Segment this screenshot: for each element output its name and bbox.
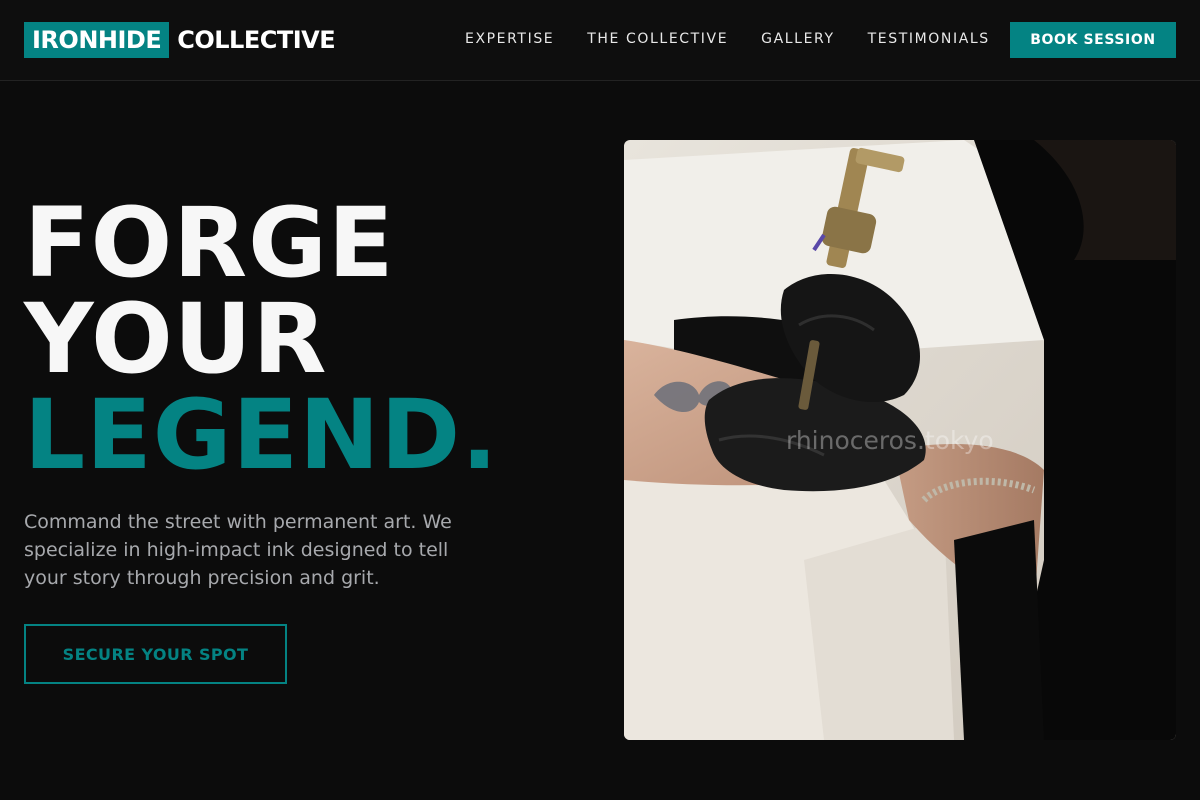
nav-link-testimonials[interactable]: TESTIMONIALS [868, 30, 990, 48]
navbar: IRONHIDE COLLECTIVE EXPERTISE THE COLLEC… [0, 0, 1200, 81]
book-session-button[interactable]: BOOK SESSION [1010, 22, 1176, 58]
hero-title-accent: LEGEND. [24, 379, 499, 491]
brand-logo[interactable]: IRONHIDE COLLECTIVE [24, 22, 336, 58]
nav-link-expertise[interactable]: EXPERTISE [465, 30, 554, 48]
hero-title: FORGE YOUR LEGEND. [24, 195, 499, 483]
brand-logo-highlight: IRONHIDE [24, 22, 170, 58]
hero-title-line-2: YOUR [24, 283, 328, 395]
nav-link-gallery[interactable]: GALLERY [761, 30, 834, 48]
hero-image-tattoo-artist: rhinoceros.tokyo [624, 140, 1176, 740]
brand-logo-text: COLLECTIVE [177, 26, 336, 54]
hero-description: Command the street with permanent art. W… [24, 511, 452, 589]
secure-your-spot-button[interactable]: SECURE YOUR SPOT [24, 624, 287, 684]
primary-nav: EXPERTISE THE COLLECTIVE GALLERY TESTIMO… [465, 30, 1023, 48]
image-watermark: rhinoceros.tokyo [786, 426, 994, 455]
nav-link-the-collective[interactable]: THE COLLECTIVE [587, 30, 728, 48]
hero-title-line-1: FORGE [24, 187, 395, 299]
